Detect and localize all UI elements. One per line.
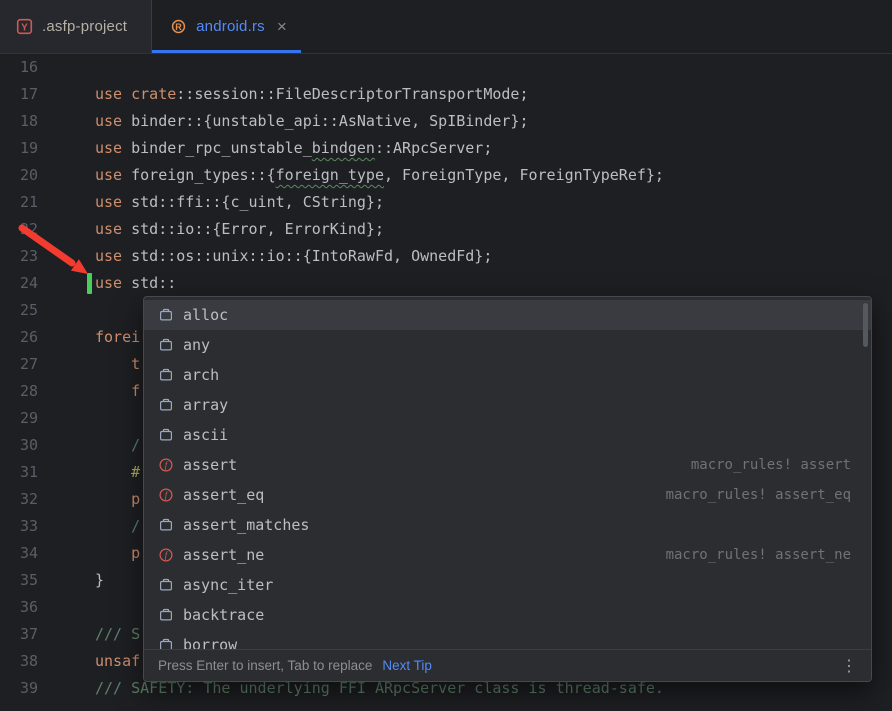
completion-item[interactable]: any <box>144 330 871 360</box>
completion-item[interactable]: f assert macro_rules! assert <box>144 450 871 480</box>
line-number: 17 <box>20 81 95 108</box>
module-icon <box>158 607 174 623</box>
code-line[interactable] <box>95 54 892 81</box>
completion-detail: macro_rules! assert_ne <box>666 547 851 563</box>
tab-asfp-project[interactable]: Y .asfp-project <box>0 0 152 53</box>
tab-label: .asfp-project <box>42 18 127 35</box>
code-line[interactable]: use std:: <box>95 270 892 297</box>
popup-scrollbar[interactable] <box>863 303 868 347</box>
module-icon <box>158 307 174 323</box>
completion-label: assert_ne <box>183 546 264 564</box>
completion-item[interactable]: alloc <box>144 300 871 330</box>
macro-icon: f <box>158 457 174 473</box>
completion-item[interactable]: borrow <box>144 630 871 651</box>
svg-text:Y: Y <box>21 22 28 33</box>
footer-hint: Press Enter to insert, Tab to replace <box>158 658 372 673</box>
tab-label: android.rs <box>196 18 265 35</box>
completion-detail: macro_rules! assert_eq <box>666 487 851 503</box>
editor-tab-bar: Y .asfp-project R android.rs × <box>0 0 892 54</box>
module-icon <box>158 337 174 353</box>
line-number: 22 <box>20 216 95 243</box>
module-icon <box>158 427 174 443</box>
macro-icon: f <box>158 547 174 563</box>
close-tab-icon[interactable]: × <box>277 18 287 35</box>
module-icon <box>158 577 174 593</box>
completion-label: async_iter <box>183 576 273 594</box>
code-line[interactable]: use std::io::{Error, ErrorKind}; <box>95 216 892 243</box>
completion-item[interactable]: arch <box>144 360 871 390</box>
line-number: 37 <box>20 621 95 648</box>
svg-text:f: f <box>165 490 169 500</box>
line-number: 25 <box>20 297 95 324</box>
completion-item[interactable]: assert_matches <box>144 510 871 540</box>
caret <box>87 273 92 294</box>
line-number: 30 <box>20 432 95 459</box>
completion-item[interactable]: backtrace <box>144 600 871 630</box>
svg-text:f: f <box>165 550 169 560</box>
completion-item[interactable]: f assert_eq macro_rules! assert_eq <box>144 480 871 510</box>
tab-android-rs[interactable]: R android.rs × <box>152 0 301 53</box>
line-number: 16 <box>20 54 95 81</box>
completion-footer: Press Enter to insert, Tab to replace Ne… <box>144 649 871 681</box>
more-options-icon[interactable]: ⋮ <box>841 656 857 676</box>
module-icon <box>158 367 174 383</box>
line-number: 24 <box>20 270 95 297</box>
line-number: 36 <box>20 594 95 621</box>
completion-item[interactable]: array <box>144 390 871 420</box>
code-line[interactable]: use std::ffi::{c_uint, CString}; <box>95 189 892 216</box>
rust-file-icon: R <box>170 18 187 35</box>
completion-detail: macro_rules! assert <box>691 457 851 473</box>
line-number: 34 <box>20 540 95 567</box>
gutter: 1617181920212223242526272829303132333435… <box>0 54 95 711</box>
yaml-file-icon: Y <box>16 18 33 35</box>
completion-label: arch <box>183 366 219 384</box>
next-tip-link[interactable]: Next Tip <box>382 658 432 673</box>
module-icon <box>158 397 174 413</box>
completion-label: array <box>183 396 228 414</box>
completion-label: assert_matches <box>183 516 309 534</box>
completion-popup: alloc any arch array ascii f assert macro_rules… <box>143 296 872 682</box>
line-number: 38 <box>20 648 95 675</box>
line-number: 20 <box>20 162 95 189</box>
code-line[interactable]: use binder_rpc_unstable_bindgen::ARpcSer… <box>95 135 892 162</box>
svg-text:R: R <box>175 22 182 32</box>
completion-label: assert_eq <box>183 486 264 504</box>
active-tab-indicator <box>152 50 301 53</box>
completion-label: any <box>183 336 210 354</box>
completion-list: alloc any arch array ascii f assert macro_rules… <box>144 297 871 651</box>
line-number: 33 <box>20 513 95 540</box>
code-line[interactable]: use binder::{unstable_api::AsNative, SpI… <box>95 108 892 135</box>
completion-label: ascii <box>183 426 228 444</box>
line-number: 28 <box>20 378 95 405</box>
completion-item[interactable]: async_iter <box>144 570 871 600</box>
line-number: 21 <box>20 189 95 216</box>
line-number: 23 <box>20 243 95 270</box>
completion-label: backtrace <box>183 606 264 624</box>
line-number: 18 <box>20 108 95 135</box>
completion-label: alloc <box>183 306 228 324</box>
line-number: 27 <box>20 351 95 378</box>
macro-icon: f <box>158 487 174 503</box>
code-line[interactable]: use std::os::unix::io::{IntoRawFd, Owned… <box>95 243 892 270</box>
module-icon <box>158 517 174 533</box>
line-number: 35 <box>20 567 95 594</box>
line-number: 29 <box>20 405 95 432</box>
line-number: 31 <box>20 459 95 486</box>
line-number: 32 <box>20 486 95 513</box>
line-number: 26 <box>20 324 95 351</box>
completion-item[interactable]: f assert_ne macro_rules! assert_ne <box>144 540 871 570</box>
ide-window: Y .asfp-project R android.rs × 161718192… <box>0 0 892 711</box>
completion-item[interactable]: ascii <box>144 420 871 450</box>
completion-label: assert <box>183 456 237 474</box>
svg-text:f: f <box>165 460 169 470</box>
code-line[interactable]: use foreign_types::{foreign_type, Foreig… <box>95 162 892 189</box>
line-number: 39 <box>20 675 95 702</box>
code-line[interactable]: use crate::session::FileDescriptorTransp… <box>95 81 892 108</box>
line-number: 19 <box>20 135 95 162</box>
